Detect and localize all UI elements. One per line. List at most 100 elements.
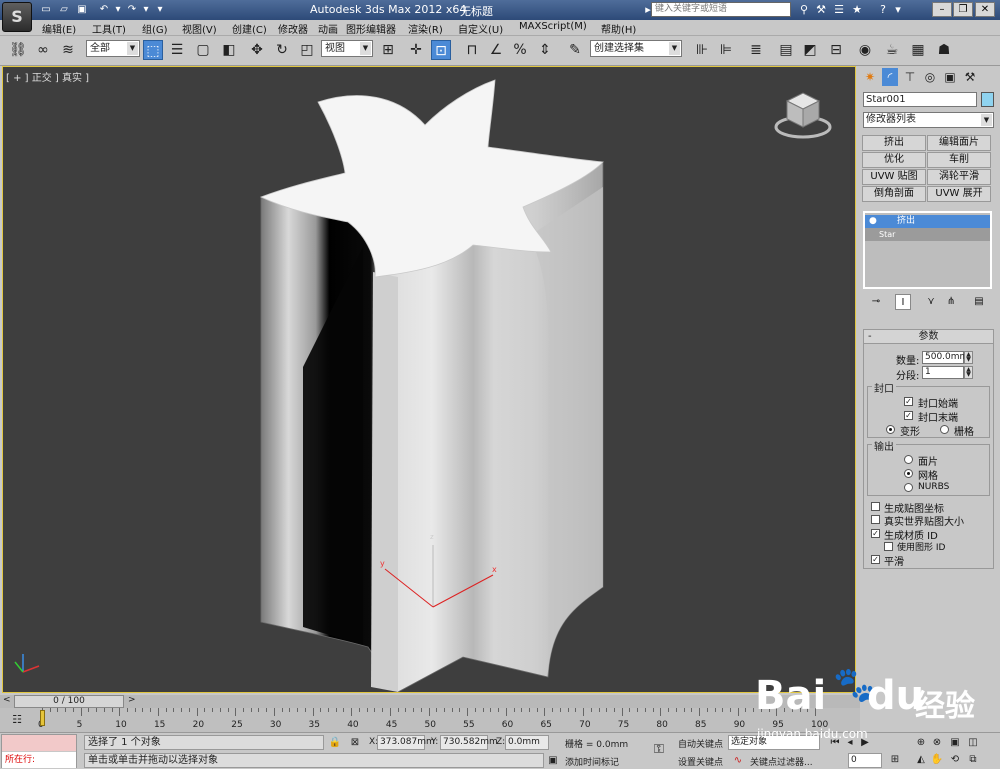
zoom-extents-all-icon[interactable]: ◫ [966,736,980,750]
select-manipulate-icon[interactable]: ✛ [406,40,426,60]
modify-tab-icon[interactable]: ◜ [882,68,898,86]
modifier-bevel-profile-button[interactable]: 倒角剖面 [862,186,926,202]
modifier-lathe-button[interactable]: 车削 [927,152,991,168]
link-icon[interactable]: ⛓ [8,40,28,60]
modifier-unwrap-uvw-button[interactable]: UVW 展开 [927,186,991,202]
menu-maxscript[interactable]: MAXScript(M) [519,21,587,32]
show-end-result-icon[interactable]: I [895,294,911,310]
play-icon[interactable]: ▶ [858,736,872,750]
zoom-icon[interactable]: ⊕ [914,736,928,750]
application-button[interactable]: S [2,2,32,32]
zoom-all-icon[interactable]: ⊗ [930,736,944,750]
binoculars-icon[interactable]: ⚲ [796,2,812,18]
patch-radio[interactable] [904,455,913,464]
goto-start-icon[interactable]: ⏮ [828,736,842,750]
bind-spacewarp-icon[interactable]: ≋ [58,40,78,60]
menu-customize[interactable]: 自定义(U) [458,21,503,36]
object-color-swatch[interactable] [981,92,994,107]
cap-start-checkbox[interactable]: ✓ [904,397,913,406]
x-coordinate-input[interactable]: 373.087mm [377,735,435,750]
maxscript-listener[interactable]: 所在行: [1,734,77,768]
graphite-toggle-icon[interactable]: ▤ [776,40,796,60]
maximize-viewport-icon[interactable]: ⧉ [966,753,980,767]
object-name-input[interactable]: Star001 [863,92,977,107]
smooth-checkbox[interactable]: ✓ [871,555,880,564]
extruded-star-object[interactable] [3,67,856,693]
stack-item-star[interactable]: Star [865,228,990,241]
rotate-icon[interactable]: ↻ [272,40,292,60]
use-shape-ids-checkbox[interactable] [884,542,893,551]
modifier-optimize-button[interactable]: 优化 [862,152,926,168]
field-of-view-icon[interactable]: ◭ [914,753,928,767]
menu-modifiers[interactable]: 修改器 [278,21,308,36]
reference-coordinate-dropdown[interactable]: 视图 ▼ [321,40,373,57]
material-editor-icon[interactable]: ◉ [855,40,875,60]
mesh-radio[interactable] [904,469,913,478]
create-tab-icon[interactable]: ✷ [862,68,878,86]
save-file-icon[interactable]: ▣ [74,2,90,18]
pivot-center-icon[interactable]: ⊞ [378,40,398,60]
cap-end-checkbox[interactable]: ✓ [904,411,913,420]
new-file-icon[interactable]: ▭ [38,2,54,18]
key-icon[interactable]: ⚿ [648,743,670,757]
time-config-icon[interactable]: ⊞ [888,753,902,767]
time-tag-icon[interactable]: ▣ [546,754,560,768]
key-set-dropdown[interactable]: 选定对象 [728,735,820,750]
minimize-button[interactable]: – [932,2,952,17]
lock-icon[interactable]: 🔒 [328,736,342,750]
key-filter-curve-icon[interactable]: ∿ [731,754,745,768]
menu-tools[interactable]: 工具(T) [92,21,126,36]
unlink-icon[interactable]: ∞ [33,40,53,60]
maxscript-input[interactable] [2,735,76,751]
pin-stack-icon[interactable]: ⊸ [868,294,884,310]
window-crossing-icon[interactable]: ◧ [219,40,239,60]
viewport-perspective[interactable]: [ + ] 正交 ] 真实 ] z x y [2,66,856,693]
quick-access-dropdown-icon[interactable]: ▾ [152,2,168,18]
favorites-icon[interactable]: ★ [849,2,865,18]
transform-mode-icon[interactable]: ⊠ [348,736,362,750]
modifier-list-dropdown[interactable]: 修改器列表 ▼ [863,112,994,128]
grid-radio[interactable] [940,425,949,434]
angle-snap-icon[interactable]: ∠ [486,40,506,60]
help-dropdown-icon[interactable]: ▾ [890,2,906,18]
stack-item-extrude[interactable]: ● 挤出 [865,215,990,228]
display-tab-icon[interactable]: ▣ [942,68,958,86]
z-coordinate-input[interactable]: 0.0mm [505,735,549,750]
align-icon[interactable]: ⊫ [716,40,736,60]
make-unique-icon[interactable]: ⋎ [923,294,939,310]
configure-modifier-sets-icon[interactable]: ▤ [971,294,987,310]
menu-edit[interactable]: 编辑(E) [42,21,76,36]
open-file-icon[interactable]: ▱ [56,2,72,18]
time-cursor[interactable] [40,710,45,726]
key-filters-button[interactable]: 关键点过滤器... [750,755,813,768]
orbit-icon[interactable]: ⟲ [948,753,962,767]
parameters-rollout-header[interactable]: - 参数 [864,330,993,344]
snap-toggle-icon[interactable]: ⊓ [462,40,482,60]
spinner-snap-icon[interactable]: ⇕ [535,40,555,60]
rectangular-selection-icon[interactable]: ▢ [193,40,213,60]
layer-manager-icon[interactable]: ≣ [746,40,766,60]
segments-spinner[interactable]: 1 ▲ ▼ [922,366,973,379]
spinner-arrows-icon[interactable]: ▲ ▼ [964,366,973,379]
utilities-tab-icon[interactable]: ⚒ [962,68,978,86]
help-icon[interactable]: ? [875,2,891,18]
generate-mapping-checkbox[interactable] [871,502,880,511]
restore-button[interactable]: ❐ [953,2,973,17]
nurbs-radio[interactable] [904,483,913,492]
view-cube-icon[interactable] [771,87,835,139]
spinner-arrows-icon[interactable]: ▲ ▼ [964,351,973,364]
scale-icon[interactable]: ◰ [297,40,317,60]
prev-key-icon[interactable]: ◂ [843,736,857,750]
close-button[interactable]: ✕ [975,2,995,17]
modifier-extrude-button[interactable]: 挤出 [862,135,926,151]
motion-tab-icon[interactable]: ◎ [922,68,938,86]
morph-radio[interactable] [886,425,895,434]
auto-key-button[interactable]: 自动关键点 [678,737,723,750]
keyboard-shortcut-override-icon[interactable]: ⊡ [431,40,451,60]
rendered-frame-icon[interactable]: ▦ [908,40,928,60]
render-setup-icon[interactable]: ☕ [882,40,902,60]
zoom-extents-icon[interactable]: ▣ [948,736,962,750]
remove-modifier-icon[interactable]: ⋔ [943,294,959,310]
current-frame-input[interactable]: 0 [848,753,882,768]
select-object-icon[interactable]: ⬚ [143,40,163,60]
